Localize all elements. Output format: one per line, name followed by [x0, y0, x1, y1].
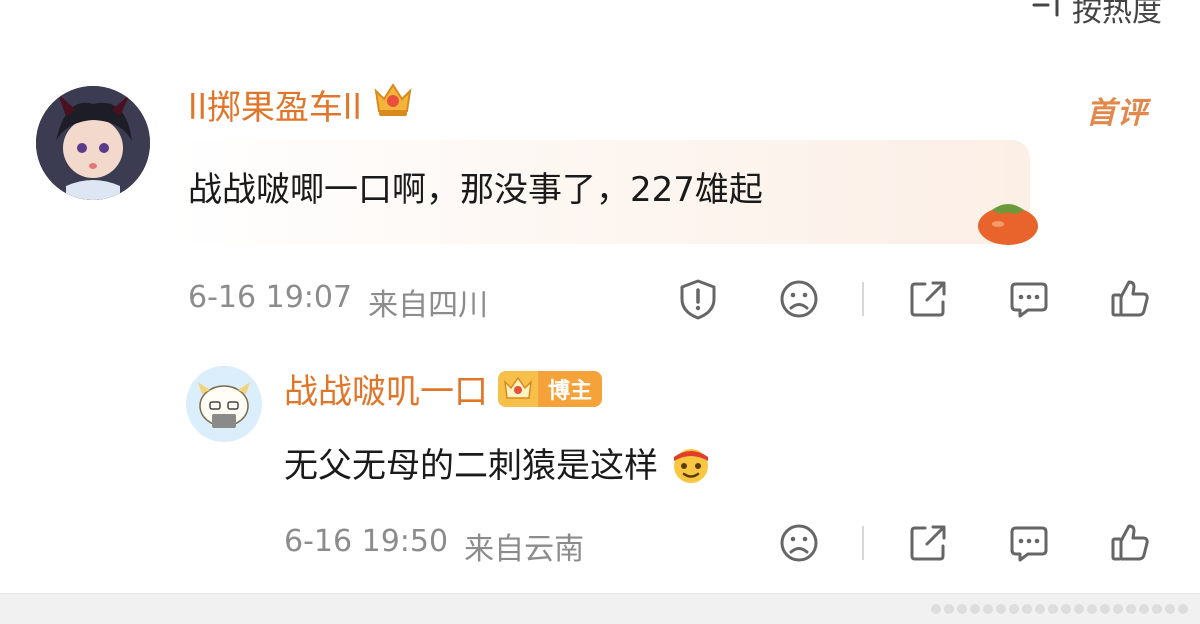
dislike-button[interactable] — [777, 277, 821, 321]
reply-meta: 6-16 19:50 来自云南 — [284, 524, 584, 568]
like-button[interactable] — [1108, 277, 1152, 321]
reply-location: 来自云南 — [464, 532, 585, 567]
cheer-emoji-icon — [669, 441, 713, 494]
comment-username[interactable]: ll掷果盈车ll — [188, 80, 414, 129]
share-icon — [910, 281, 946, 317]
avatar[interactable] — [186, 366, 262, 442]
dislike-icon — [780, 524, 818, 562]
action-divider — [862, 282, 864, 316]
reply-button[interactable] — [1007, 521, 1051, 565]
reply-timestamp: 6-16 19:50 — [284, 524, 449, 559]
report-icon — [680, 279, 716, 320]
sort-label: 按热度 — [1072, 0, 1162, 29]
first-comment-badge: 首评 — [1086, 96, 1148, 131]
comment-meta: 6-16 19:07 来自四川 — [188, 280, 488, 324]
reply-text: 无父无母的二刺猿是这样 — [284, 438, 713, 494]
share-icon — [910, 525, 946, 561]
dislike-icon — [780, 280, 818, 318]
crown-badge-icon — [372, 81, 414, 128]
reply-icon — [1010, 526, 1048, 562]
watermark-dots — [931, 604, 1188, 614]
dislike-button[interactable] — [777, 521, 821, 565]
share-button[interactable] — [906, 521, 950, 565]
persimmon-icon — [976, 196, 1040, 250]
reply-icon — [1010, 282, 1048, 318]
comment-text: 战战啵唧一口啊，那没事了，227雄起 — [188, 170, 763, 210]
report-button[interactable] — [676, 277, 720, 321]
reply-username[interactable]: 战战啵叽一口 博主 — [284, 364, 603, 413]
like-icon — [1111, 524, 1149, 561]
action-divider — [862, 526, 864, 560]
like-icon — [1111, 280, 1149, 317]
like-button[interactable] — [1108, 521, 1152, 565]
sort-toggle[interactable]: 按热度 — [1030, 0, 1162, 30]
crown-badge-icon — [498, 370, 538, 407]
sort-icon — [1030, 0, 1066, 27]
reply-button[interactable] — [1007, 277, 1051, 321]
share-button[interactable] — [906, 277, 950, 321]
blogger-badge: 博主 — [498, 370, 603, 407]
comment-timestamp: 6-16 19:07 — [188, 280, 353, 315]
avatar[interactable] — [36, 86, 150, 200]
comment-location: 来自四川 — [368, 288, 489, 323]
